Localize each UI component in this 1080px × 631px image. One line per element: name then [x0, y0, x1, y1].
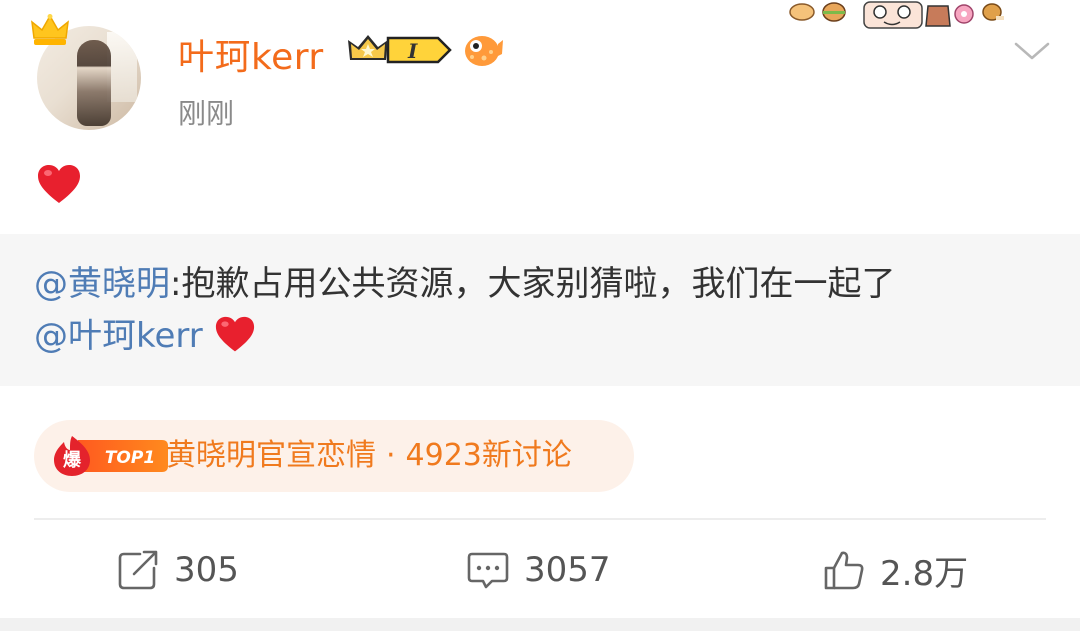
trending-discussion-count: 4923新讨论 — [405, 438, 572, 473]
trending-topic: 黄晓明官宣恋情 — [166, 438, 376, 473]
post-time: 刚刚 — [178, 97, 235, 130]
repost-block[interactable]: @黄晓明:抱歉占用公共资源，大家别猜啦，我们在一起了 @叶珂kerr — [0, 234, 1080, 386]
repost-mention[interactable]: @叶珂kerr — [34, 316, 203, 356]
red-heart-emoji-icon — [215, 316, 254, 352]
card-decoration-stickers-icon — [789, 1, 1004, 29]
vip-level-badge-icon[interactable]: I — [346, 32, 452, 68]
avatar-background-window — [107, 32, 137, 102]
comment-button[interactable]: 3057 — [466, 546, 611, 594]
trending-text: 黄晓明官宣恋情 · 4923新讨论 — [166, 434, 572, 478]
username[interactable]: 叶珂kerr — [178, 28, 324, 80]
repost-text: @黄晓明:抱歉占用公共资源，大家别猜啦，我们在一起了 @叶珂kerr — [34, 258, 1054, 362]
share-icon — [118, 550, 158, 590]
repost-author-mention[interactable]: @黄晓明 — [34, 264, 170, 304]
weibo-post-card: 叶珂kerr I 刚刚 @黄晓明:抱歉占用公共资源，大家别猜啦，我们在一起了 @… — [0, 0, 1080, 631]
like-count: 2.8万 — [880, 553, 969, 594]
repost-body: :抱歉占用公共资源，大家别猜啦，我们在一起了 — [170, 264, 896, 304]
chevron-down-icon[interactable] — [1012, 38, 1052, 64]
repost-count: 305 — [174, 550, 239, 590]
pufferfish-badge-icon[interactable] — [462, 30, 504, 70]
card-bottom-separator — [0, 618, 1080, 631]
crown-icon — [31, 14, 69, 45]
avatar-figure — [77, 40, 111, 126]
svg-text:I: I — [407, 39, 418, 63]
action-divider — [34, 518, 1046, 520]
trending-topic-pill[interactable]: 爆 TOP1 黄晓明官宣恋情 · 4923新讨论 — [34, 420, 634, 492]
comment-icon — [467, 552, 509, 589]
like-button[interactable]: 2.8万 — [822, 546, 968, 594]
hot-top1-tag: 爆 TOP1 — [54, 436, 168, 476]
svg-text:TOP1: TOP1 — [105, 448, 155, 468]
trending-separator: · — [386, 438, 396, 473]
repost-button[interactable]: 305 — [116, 546, 239, 594]
svg-text:爆: 爆 — [63, 450, 82, 471]
red-heart-emoji-icon — [38, 165, 80, 203]
avatar-container[interactable] — [30, 14, 150, 134]
thumbs-up-icon — [824, 551, 864, 590]
comment-count: 3057 — [524, 550, 611, 590]
